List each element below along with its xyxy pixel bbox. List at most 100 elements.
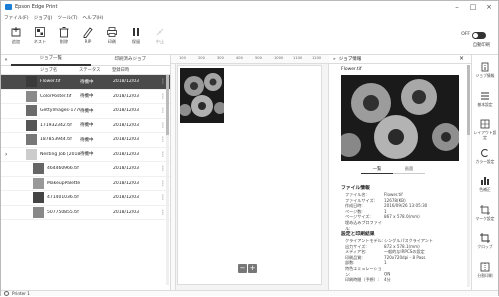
print-icon bbox=[107, 27, 117, 37]
info-value: 2016/09/26 13:05:30 bbox=[384, 203, 428, 209]
job-thumbnail bbox=[33, 206, 44, 218]
job-status: 待機中 bbox=[80, 94, 94, 100]
app-window: Epson Edge Print – □ × ファイル(F) ジョブ(J) ツー… bbox=[0, 0, 499, 296]
minimize-button[interactable]: – bbox=[449, 1, 465, 13]
job-list-header: ジョブ名 ステータス 登録日時 bbox=[1, 66, 170, 75]
expand-icon[interactable]: » bbox=[333, 57, 336, 62]
sidebar-item-adjust[interactable]: 色補正 bbox=[472, 173, 498, 201]
job-name: 507750855.tif bbox=[47, 209, 79, 215]
job-date: 2018/12/03 bbox=[113, 180, 139, 186]
sidebar-item-color[interactable]: カラー設定 bbox=[472, 145, 498, 173]
sidebar-item-label: 基本設定 bbox=[477, 101, 493, 107]
rip-button[interactable]: RIP bbox=[76, 24, 100, 50]
ruler-tick-label: 1000 bbox=[274, 56, 284, 60]
menu-help[interactable]: ヘルプ(H) bbox=[83, 15, 104, 21]
file-info-section-title: ファイル情報 bbox=[341, 186, 370, 191]
info-value: 872 x 578.1(mm) bbox=[384, 243, 420, 249]
marks-icon bbox=[480, 204, 490, 215]
info-value: ON bbox=[384, 271, 391, 277]
scroll-thumb[interactable] bbox=[166, 75, 169, 135]
ruler-tick-label: 300 bbox=[217, 56, 224, 60]
job-list-scrollbar[interactable] bbox=[166, 75, 169, 285]
pause-button[interactable]: 保留 bbox=[124, 24, 148, 50]
add-button[interactable]: 追加 bbox=[4, 24, 28, 50]
sidebar-item-layout[interactable]: レイアウト設定 bbox=[472, 116, 498, 144]
expand-nest-icon[interactable]: › bbox=[5, 151, 7, 158]
tab-summary[interactable]: 一覧 bbox=[361, 166, 393, 174]
toggle-state-label: OFF bbox=[461, 32, 470, 37]
info-value: 一般的なIRPCSの設定 bbox=[384, 249, 425, 255]
info-value: 1 bbox=[384, 260, 387, 266]
printer-name[interactable]: Printer 1 bbox=[12, 291, 30, 297]
job-name: GettyImages-177611 bbox=[40, 108, 80, 114]
collapse-left-icon[interactable]: « bbox=[1, 57, 11, 63]
ruler-tick-label: 1100 bbox=[293, 56, 303, 60]
vertical-ruler bbox=[171, 64, 176, 291]
info-scroll-thumb[interactable] bbox=[467, 65, 470, 135]
job-date: 2018/12/03 bbox=[113, 108, 139, 114]
add-label: 追加 bbox=[11, 39, 21, 44]
sidebar-item-crop[interactable]: クロップ bbox=[472, 230, 498, 258]
job-row[interactable]: ColorPoster.tif 待機中 2018/12/03 ⋮ bbox=[1, 90, 170, 104]
job-row[interactable]: ›Nesting Job [2018/1待機中2018/12/03⋮ bbox=[1, 148, 170, 162]
tab-job-list[interactable]: ジョブ一覧 bbox=[11, 54, 91, 66]
stop-button[interactable]: 中止 bbox=[148, 24, 172, 50]
column-date[interactable]: 登録日時 bbox=[112, 67, 142, 73]
rip-icon bbox=[83, 27, 93, 38]
info-scrollbar[interactable] bbox=[467, 65, 470, 287]
sidebar-item-marks[interactable]: マーク設定 bbox=[472, 202, 498, 230]
menu-tools[interactable]: ツール(T) bbox=[57, 15, 77, 21]
print-button[interactable]: 印刷 bbox=[100, 24, 124, 50]
zoom-out-button[interactable]: − bbox=[238, 264, 247, 273]
tab-screen[interactable]: 画面 bbox=[393, 166, 425, 174]
sidebar-item-info[interactable]: ジョブ情報 bbox=[472, 59, 498, 87]
sidebar-item-label: カラー設定 bbox=[475, 158, 495, 164]
zoom-in-button[interactable]: + bbox=[248, 264, 257, 273]
info-value: Flower.tif bbox=[384, 192, 403, 197]
sidebar-item-list[interactable]: 基本設定 bbox=[472, 88, 498, 116]
job-row[interactable]: GettyImages-177611待機中2018/12/03⋮ bbox=[1, 104, 170, 119]
ruler-tick-label: 500 bbox=[255, 56, 262, 60]
info-value: シングルパスクライアント bbox=[384, 238, 433, 243]
job-name: 171932342.tif bbox=[40, 122, 72, 128]
close-pane-icon[interactable]: × bbox=[459, 55, 464, 62]
info-key: 印刷時間（予想）: bbox=[345, 277, 380, 283]
job-name: Flower.tif bbox=[40, 79, 61, 85]
delete-button[interactable]: 削除 bbox=[52, 24, 76, 50]
maximize-button[interactable]: □ bbox=[465, 1, 481, 13]
job-status: 待機中 bbox=[80, 137, 94, 143]
menu-bar: ファイル(F) ジョブ(J) ツール(T) ヘルプ(H) bbox=[1, 13, 498, 22]
info-value: 867 x 578.0(mm) bbox=[384, 214, 420, 220]
sidebar-item-split[interactable]: 分割印刷 bbox=[472, 259, 498, 287]
job-row[interactable]: 464460966.tif 2018/12/03 ⋮ bbox=[1, 162, 170, 177]
menu-file[interactable]: ファイル(F) bbox=[4, 15, 29, 21]
job-row[interactable]: MakeupPalette.tif2018/12/03⋮ bbox=[1, 177, 170, 191]
job-row[interactable]: 171932342.tif 待機中 2018/12/03 ⋮ bbox=[1, 119, 170, 133]
job-date: 2018/12/03 bbox=[113, 137, 139, 143]
job-row[interactable]: 507750855.tif 2018/12/03 ⋮ bbox=[1, 206, 170, 220]
sidebar-item-label: 色補正 bbox=[479, 187, 491, 192]
sidebar-item-label: ジョブ情報 bbox=[475, 73, 495, 78]
ruler-tick-label: 400 bbox=[236, 56, 243, 60]
job-thumbnail bbox=[26, 90, 37, 102]
job-thumbnail bbox=[26, 119, 37, 131]
preview-pane: 100 200 300 400 500 1000 1100 1200 − + bbox=[171, 55, 329, 291]
info-view-tabs: 一覧 画面 bbox=[361, 166, 425, 174]
nest-button[interactable]: ネスト bbox=[28, 24, 52, 50]
close-button[interactable]: × bbox=[481, 1, 497, 13]
menu-job[interactable]: ジョブ(J) bbox=[34, 15, 53, 21]
job-date: 2018/12/03 bbox=[113, 209, 139, 215]
tab-printed-jobs[interactable]: 印刷済みジョブ bbox=[91, 55, 171, 65]
column-status[interactable]: ステータス bbox=[79, 67, 112, 73]
preview-image[interactable] bbox=[180, 68, 224, 123]
info-value: 4分 bbox=[384, 277, 391, 283]
info-thumbnail bbox=[341, 75, 459, 161]
auto-print-toggle[interactable] bbox=[472, 32, 486, 39]
info-row: 特色エミュレーション: ON bbox=[345, 266, 433, 277]
job-row[interactable]: Flower.tif 待機中 2018/12/03 ⋮ bbox=[1, 75, 170, 90]
job-name: 464460966.tif bbox=[47, 166, 79, 172]
job-row[interactable]: 471401036.tif 2018/12/03 ⋮ bbox=[1, 191, 170, 206]
pause-label: 保留 bbox=[131, 39, 141, 44]
job-row[interactable]: 187853944.tif 待機中 2018/12/03 ⋮ bbox=[1, 133, 170, 148]
column-job-name[interactable]: ジョブ名 bbox=[40, 67, 79, 73]
